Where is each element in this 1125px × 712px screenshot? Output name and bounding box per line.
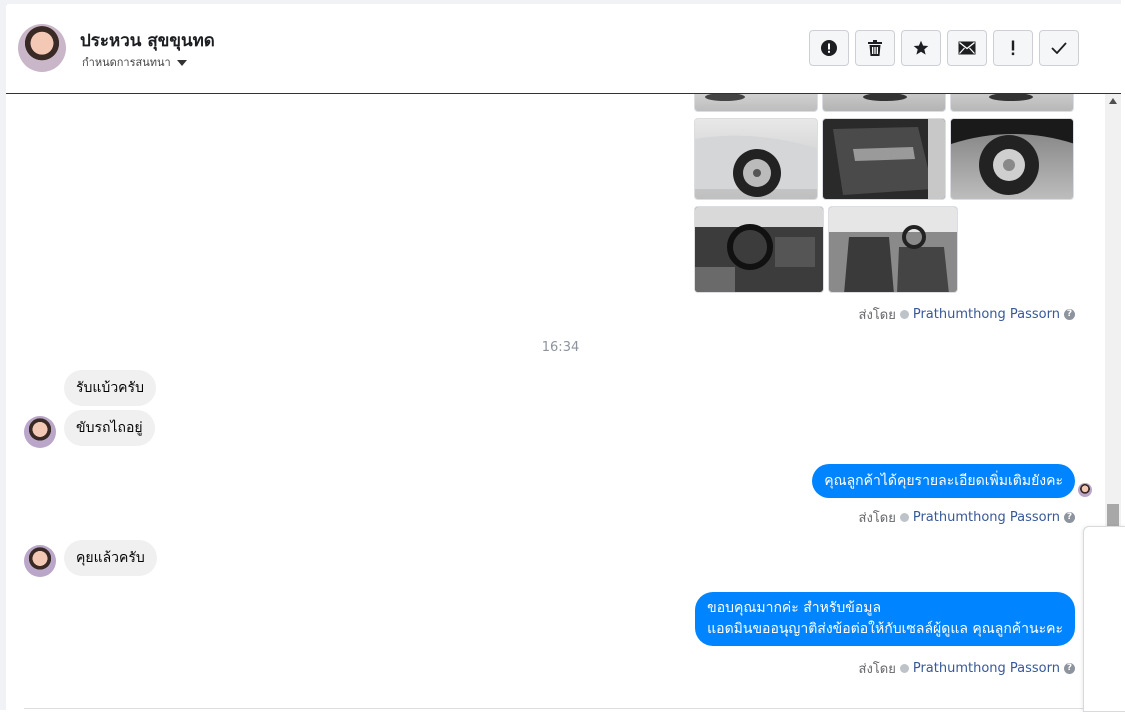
- envelope-icon: [958, 41, 976, 55]
- action-toolbar: [809, 30, 1079, 66]
- outgoing-message[interactable]: คุณลูกค้าได้คุยรายละเอียดเพิ่มเติมยังคะ: [812, 464, 1075, 498]
- delete-button[interactable]: [855, 30, 895, 66]
- incoming-message[interactable]: ขับรถไถอยู่: [64, 410, 155, 446]
- verified-icon: [899, 513, 909, 522]
- exclamation-icon: [1011, 40, 1015, 56]
- sender-attribution: ส่งโดย Prathumthong Passorn ?: [859, 507, 1075, 528]
- photo-attachment[interactable]: [950, 118, 1074, 200]
- outgoing-message-line: แอดมินขออนุญาติส่งข้อต่อให้กับเซลล์ผู้ดู…: [707, 621, 1063, 637]
- caret-down-icon: [176, 59, 187, 66]
- composer-divider: [24, 708, 1105, 709]
- side-panel-edge[interactable]: [1083, 526, 1125, 712]
- outgoing-message-line: ขอบคุณมากค่ะ สำหรับข้อมูล: [707, 600, 882, 616]
- photo-attachment[interactable]: [950, 94, 1074, 112]
- scroll-up-arrow-icon[interactable]: [1109, 98, 1117, 104]
- photo-attachment[interactable]: [694, 94, 818, 112]
- incoming-message[interactable]: คุยแล้วครับ: [64, 540, 157, 576]
- trash-icon: [868, 40, 882, 56]
- photo-attachment[interactable]: [822, 94, 946, 112]
- sender-name-link[interactable]: Prathumthong Passorn: [913, 661, 1060, 676]
- important-button[interactable]: [993, 30, 1033, 66]
- sender-attribution: ส่งโดย Prathumthong Passorn ?: [859, 658, 1075, 679]
- sent-by-prefix: ส่งโดย: [858, 308, 896, 323]
- sender-name-link[interactable]: Prathumthong Passorn: [913, 307, 1060, 322]
- conversation-header: ประหวน สุขขุนทด กำหนดการสนทนา: [6, 5, 1121, 94]
- report-spam-button[interactable]: [809, 30, 849, 66]
- conversation-settings-dropdown[interactable]: กำหนดการสนทนา: [82, 53, 187, 71]
- incoming-message[interactable]: รับแบ้วครับ: [64, 370, 156, 406]
- page-edge-top: [6, 0, 1121, 4]
- seen-avatar: [1078, 483, 1092, 497]
- mark-unread-button[interactable]: [947, 30, 987, 66]
- verified-icon: [899, 664, 909, 673]
- alert-circle-icon: [821, 40, 837, 56]
- photo-attachment[interactable]: [694, 206, 824, 293]
- customer-avatar[interactable]: [24, 416, 56, 448]
- help-icon[interactable]: ?: [1064, 663, 1075, 674]
- message-timestamp: 16:34: [541, 340, 580, 355]
- check-icon: [1051, 42, 1067, 54]
- done-button[interactable]: [1039, 30, 1079, 66]
- photo-attachment[interactable]: [694, 118, 818, 200]
- photo-attachment[interactable]: [828, 206, 958, 293]
- verified-icon: [899, 310, 909, 319]
- sent-by-prefix: ส่งโดย: [858, 662, 896, 677]
- customer-avatar[interactable]: [24, 545, 56, 577]
- star-button[interactable]: [901, 30, 941, 66]
- photo-attachment[interactable]: [822, 118, 946, 200]
- help-icon[interactable]: ?: [1064, 512, 1075, 523]
- contact-avatar[interactable]: [18, 24, 66, 72]
- sender-attribution: ส่งโดย Prathumthong Passorn ?: [859, 304, 1075, 325]
- help-icon[interactable]: ?: [1064, 309, 1075, 320]
- contact-name[interactable]: ประหวน สุขขุนทด: [80, 27, 215, 54]
- conversation-settings-label: กำหนดการสนทนา: [82, 56, 171, 69]
- outgoing-message[interactable]: ขอบคุณมากค่ะ สำหรับข้อมูล แอดมินขออนุญาต…: [695, 592, 1075, 646]
- sender-name-link[interactable]: Prathumthong Passorn: [913, 510, 1060, 525]
- conversation-thread[interactable]: ส่งโดย Prathumthong Passorn ? 16:34 รับแ…: [6, 94, 1105, 710]
- star-icon: [913, 40, 929, 55]
- scrollbar-thumb[interactable]: [1107, 504, 1119, 526]
- sent-by-prefix: ส่งโดย: [858, 511, 896, 526]
